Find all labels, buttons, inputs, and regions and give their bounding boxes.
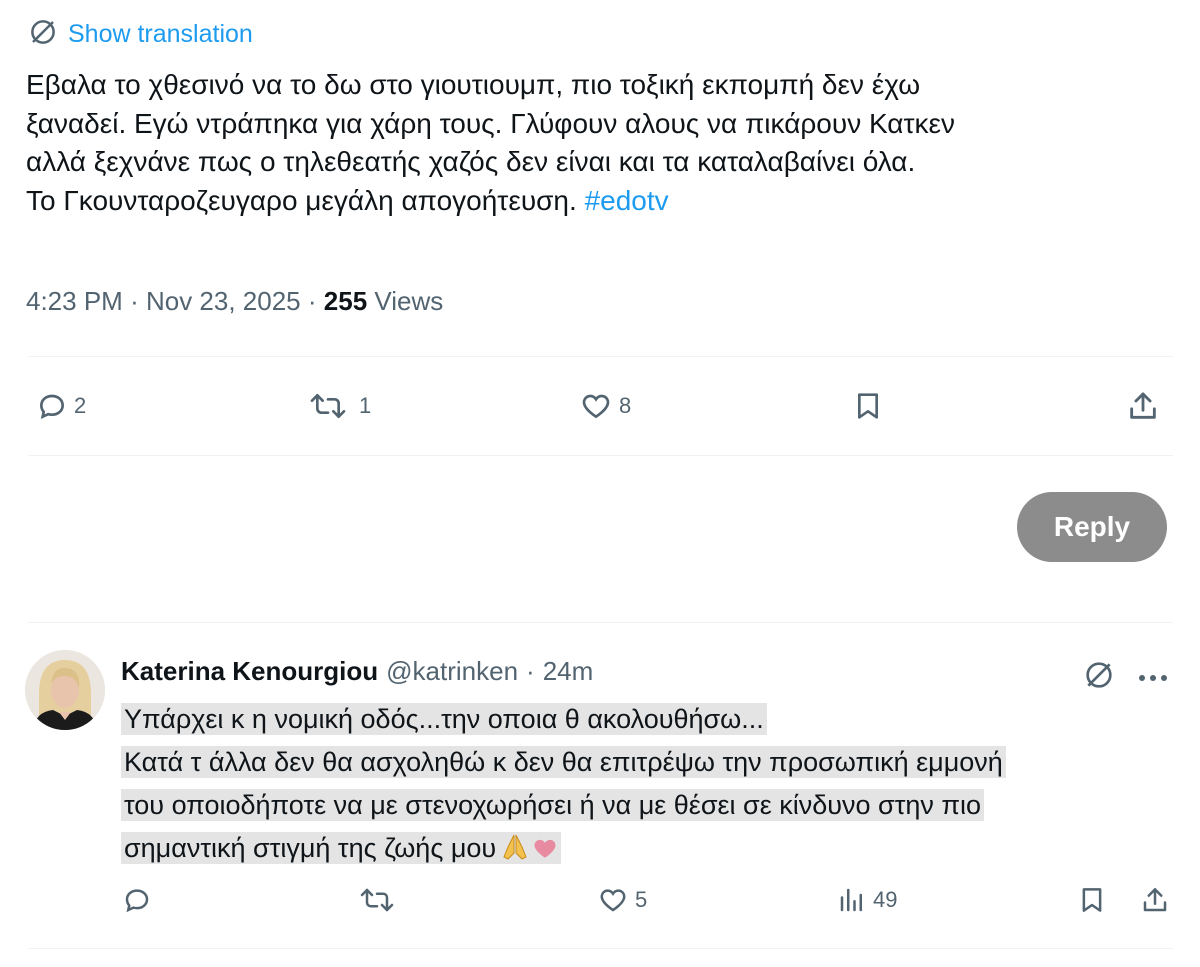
reply-time[interactable]: 24m <box>543 656 594 687</box>
like-count: 8 <box>619 393 632 418</box>
retweet-count: 1 <box>359 393 372 418</box>
reply-author-name[interactable]: Katerina Kenourgiou <box>121 656 378 687</box>
reply-button[interactable]: Reply <box>1017 492 1167 562</box>
tweet-line: ξαναδεί. Εγώ ντράπηκα για χάρη τους. Γλύ… <box>26 107 956 139</box>
reply-icon <box>39 394 65 420</box>
tweet-meta: 4:23 PM · Nov 23, 2025 · 255 Views <box>26 286 443 317</box>
more-icon <box>1139 675 1167 681</box>
heart-icon <box>582 394 610 419</box>
meta-separator: · <box>130 286 139 316</box>
bookmark-icon <box>1082 888 1102 912</box>
reply-like-action[interactable]: 5 <box>597 885 647 915</box>
share-button[interactable] <box>1126 388 1160 424</box>
reply-translate-button[interactable] <box>1083 659 1115 696</box>
reply-line: Κατά τ άλλα δεν θα ασχοληθώ κ δεν θα επι… <box>121 746 1006 778</box>
reply-text: Υπάρχει κ η νομική οδός...την οποια θ ακ… <box>121 698 1006 870</box>
like-action[interactable]: 8 <box>579 390 631 422</box>
reply-reply-action[interactable] <box>122 885 158 915</box>
reply-header: Katerina Kenourgiou @katrinken · 24m <box>121 656 593 687</box>
divider <box>28 622 1173 623</box>
divider <box>28 356 1173 357</box>
show-translation-link[interactable]: Show translation <box>28 18 253 50</box>
retweet-action[interactable]: 1 <box>303 390 371 422</box>
share-icon <box>1143 888 1167 912</box>
hashtag-link[interactable]: #edotv <box>585 185 669 216</box>
divider <box>28 455 1173 456</box>
share-icon <box>1130 392 1156 419</box>
tweet-line: Το Γκουνταροζευγαρο μεγάλη απογοήτευση. … <box>26 182 1176 221</box>
tweet-text: Εβαλα το χθεσινό να το δω στο γιουτιουμπ… <box>26 66 1176 220</box>
reply-line: του οποιοδήποτε να με στενοχωρήσει ή να … <box>121 789 985 821</box>
reply-count: 2 <box>74 393 87 418</box>
divider <box>28 948 1173 949</box>
meta-separator: · <box>307 286 317 316</box>
retweet-icon <box>360 888 394 912</box>
heart-emoji-icon <box>534 839 556 858</box>
tweet-date[interactable]: Nov 23, 2025 <box>146 286 301 316</box>
heart-icon <box>600 889 626 912</box>
reply-retweet-action[interactable] <box>357 885 403 915</box>
more-options-button[interactable] <box>1138 670 1168 688</box>
bookmark-button[interactable] <box>852 388 884 424</box>
tweet-line: Εβαλα το χθεσινό να το δω στο γιουτιουμπ… <box>26 69 921 100</box>
reply-share-button[interactable] <box>1140 884 1170 916</box>
reply-views-action[interactable]: 49 <box>837 885 897 915</box>
analytics-icon <box>840 888 862 912</box>
header-separator: · <box>526 656 535 686</box>
praying-hands-icon <box>503 834 527 860</box>
views-label: Views <box>374 286 444 316</box>
globe-slash-icon <box>28 17 58 52</box>
globe-slash-icon <box>1086 662 1112 688</box>
avatar[interactable] <box>25 650 105 730</box>
reply-line: σημαντική στιγμή της ζωής μου <box>124 833 497 863</box>
retweet-icon <box>310 394 346 418</box>
reply-icon <box>125 889 149 913</box>
show-translation-label: Show translation <box>68 19 253 48</box>
bookmark-icon <box>858 393 878 419</box>
reply-action[interactable]: 2 <box>36 390 86 422</box>
tweet-line-text: Το Γκουνταροζευγαρο μεγάλη απογοήτευση. <box>26 184 577 216</box>
reply-author-handle[interactable]: @katrinken <box>386 656 518 687</box>
tweet-line: αλλά ξεχνάνε πως ο τηλεθεατής χαζός δεν … <box>26 146 916 177</box>
reply-line: Υπάρχει κ η νομική οδός...την οποια θ ακ… <box>121 703 767 735</box>
reply-like-count: 5 <box>635 887 648 912</box>
reply-views-count: 49 <box>873 887 898 912</box>
tweet-time[interactable]: 4:23 PM <box>26 286 123 316</box>
views-count: 255 <box>323 286 368 316</box>
reply-bookmark-button[interactable] <box>1077 884 1107 916</box>
